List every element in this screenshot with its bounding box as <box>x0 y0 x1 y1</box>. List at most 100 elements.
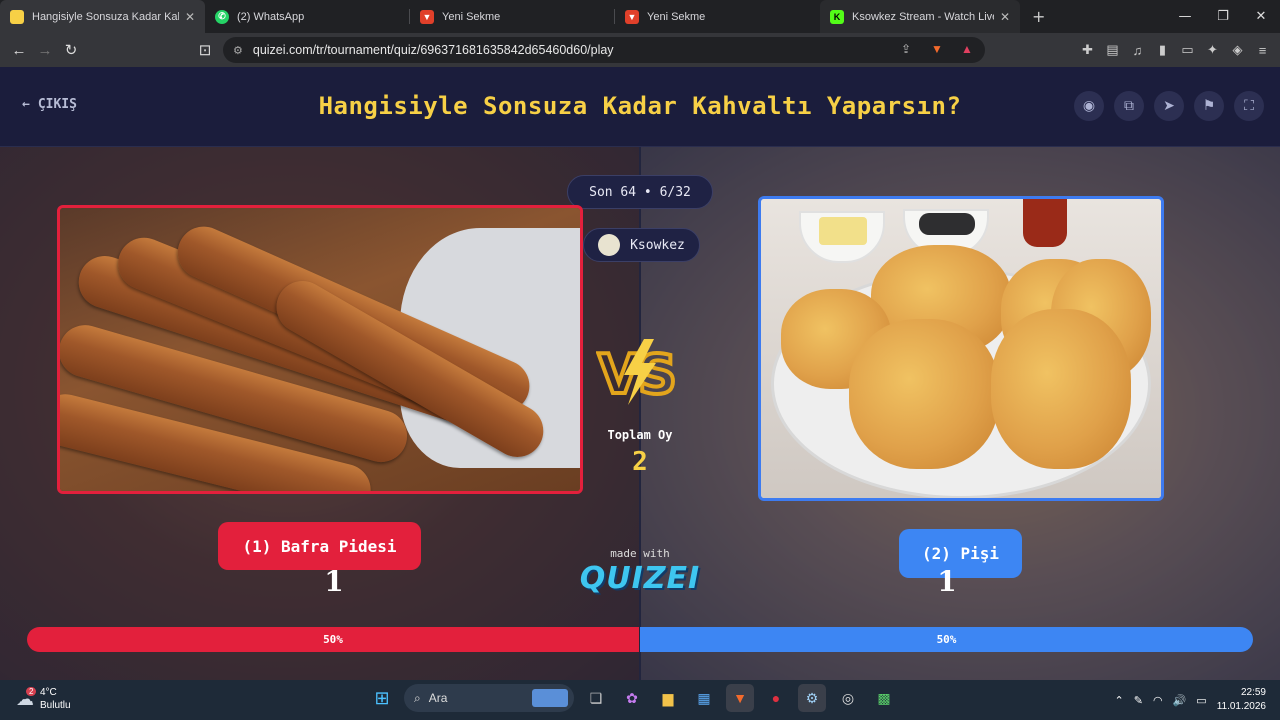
vs-icon: V S <box>596 339 679 407</box>
steam-icon[interactable]: ⚙ <box>798 684 826 712</box>
minimize-icon[interactable]: — <box>1166 0 1204 33</box>
sidebar-icon[interactable]: ▮ <box>1155 42 1170 58</box>
tea-glass <box>1023 199 1067 247</box>
choice-image-right[interactable] <box>758 196 1164 501</box>
total-votes-label: Toplam Oy <box>607 428 673 442</box>
choice-image-left[interactable] <box>57 205 583 494</box>
file-explorer-icon[interactable]: ▆ <box>654 684 682 712</box>
tab-new-1[interactable]: ▼ Yeni Sekme <box>410 0 615 33</box>
bookmark-icon[interactable]: ⊡ <box>192 41 218 59</box>
choice-button-left[interactable]: (1) Bafra Pidesi <box>218 522 421 570</box>
search-icon: ⌕ <box>414 690 421 705</box>
clock-date: 11.01.2026 <box>1216 701 1266 712</box>
clock-time: 22:59 <box>1240 687 1266 698</box>
tab-kick[interactable]: K Ksowkez Stream - Watch Live on ✕ <box>820 0 1020 33</box>
extensions-icon[interactable]: ✚ <box>1080 42 1095 58</box>
clock[interactable]: 22:59 11.01.2026 <box>1217 686 1266 714</box>
tab-label: Hangisiyle Sonsuza Kadar Kahvalt <box>32 10 179 23</box>
choice-label: (2) Pişi <box>921 544 1000 563</box>
vote-count-right: 1 <box>937 565 957 598</box>
tab-new-2[interactable]: ▼ Yeni Sekme <box>615 0 820 33</box>
restore-icon[interactable]: ❐ <box>1204 0 1242 33</box>
volume-icon[interactable]: 🔊 <box>1173 694 1187 707</box>
center-divider <box>639 147 641 680</box>
taskbar-search[interactable]: ⌕ Ara <box>404 684 574 712</box>
vpn-icon[interactable]: ◈ <box>1230 42 1245 58</box>
task-view-icon[interactable]: ❏ <box>582 684 610 712</box>
brave-icon: ▼ <box>420 9 434 24</box>
avatar <box>598 234 621 256</box>
search-placeholder: Ara <box>428 691 448 705</box>
streamer-badge: Ksowkez <box>583 228 700 262</box>
total-votes-value: 2 <box>632 447 648 477</box>
back-icon[interactable]: ← <box>6 42 32 59</box>
made-with-label: made with <box>610 547 670 560</box>
quizei-favicon-icon <box>10 9 24 24</box>
window-controls: — ❐ ✕ <box>1166 0 1280 33</box>
wifi-icon[interactable]: ◠ <box>1153 694 1163 707</box>
copilot-icon[interactable]: ✿ <box>618 684 646 712</box>
share-icon[interactable]: ⇪ <box>901 42 911 56</box>
weather-widget[interactable]: ☁ 2 4°C Bulutlu <box>16 686 71 712</box>
weather-badge: 2 <box>26 686 37 696</box>
windows-taskbar: ☁ 2 4°C Bulutlu ⊞ ⌕ Ara ❏ ✿ ▆ ▦ ▼ ● ⚙ ◎ … <box>0 680 1280 720</box>
close-window-icon[interactable]: ✕ <box>1242 0 1280 33</box>
game-icon[interactable]: ▩ <box>870 684 898 712</box>
percent-bar-right: 50% <box>640 627 1253 652</box>
url-text: quizei.com/tr/tournament/quiz/6963716816… <box>252 43 614 57</box>
brave-shield-icon[interactable]: ▼ <box>931 42 943 56</box>
obs-icon[interactable]: ◎ <box>834 684 862 712</box>
brave-taskbar-icon[interactable]: ▼ <box>726 684 754 712</box>
browser-toolbar: ✚ ▤ ♫ ▮ ▭ ✦ ◈ ≡ <box>1080 33 1270 67</box>
store-icon[interactable]: ▦ <box>690 684 718 712</box>
forward-icon[interactable]: → <box>32 42 58 59</box>
close-icon[interactable]: ✕ <box>1000 10 1010 24</box>
cloud-icon: ☁ 2 <box>16 686 37 710</box>
media-icon[interactable]: ♫ <box>1130 43 1145 58</box>
new-tab-button[interactable]: + <box>1032 7 1045 26</box>
header-actions: ◉ ⧉ ➤ ⚑ ⛶ <box>1074 91 1264 121</box>
site-info-icon[interactable]: ⚙ <box>233 44 243 57</box>
choice-label: (1) Bafra Pidesi <box>242 536 397 556</box>
system-tray: ⌃ ✎ ◠ 🔊 ▭ 22:59 11.01.2026 <box>1115 686 1266 714</box>
brave-icon: ▼ <box>625 9 639 24</box>
tab-label: Ksowkez Stream - Watch Live on <box>852 10 994 23</box>
pen-icon[interactable]: ✎ <box>1134 694 1143 707</box>
tab-whatsapp[interactable]: ✆ (2) WhatsApp <box>205 0 410 33</box>
menu-icon[interactable]: ≡ <box>1255 43 1270 58</box>
windows-start-icon[interactable]: ⊞ <box>368 684 396 712</box>
battery-icon[interactable]: ▭ <box>1196 694 1206 707</box>
weather-desc: Bulutlu <box>40 700 71 711</box>
taskbar-apps: ⊞ ⌕ Ara ❏ ✿ ▆ ▦ ▼ ● ⚙ ◎ ▩ <box>368 684 898 712</box>
wallet-icon[interactable]: ▭ <box>1180 42 1195 58</box>
send-icon[interactable]: ➤ <box>1154 91 1184 121</box>
eye-icon[interactable]: ◉ <box>1074 91 1104 121</box>
streamer-name: Ksowkez <box>630 237 685 253</box>
address-bar-row: ← → ↻ ⊡ ⚙ quizei.com/tr/tournament/quiz/… <box>0 33 1280 67</box>
close-icon[interactable]: ✕ <box>185 10 195 24</box>
quiz-page: ← ÇIKIŞ Hangisiyle Sonsuza Kadar Kahvalt… <box>0 67 1280 680</box>
search-highlight-icon <box>532 689 568 707</box>
flag-icon[interactable]: ⚑ <box>1194 91 1224 121</box>
rewards-icon[interactable]: ▲ <box>961 42 973 56</box>
vote-count-left: 1 <box>324 565 344 598</box>
pisi-bread <box>849 319 999 469</box>
whatsapp-icon: ✆ <box>215 9 229 24</box>
pisi-bread <box>991 309 1131 469</box>
reader-icon[interactable]: ▤ <box>1105 42 1120 58</box>
chevron-up-icon[interactable]: ⌃ <box>1115 694 1124 707</box>
app-red-icon[interactable]: ● <box>762 684 790 712</box>
fullscreen-icon[interactable]: ⛶ <box>1234 91 1264 121</box>
weather-temp: 4°C <box>40 687 57 698</box>
share-icon[interactable]: ⧉ <box>1114 91 1144 121</box>
url-field[interactable]: ⚙ quizei.com/tr/tournament/quiz/69637168… <box>223 37 985 63</box>
percent-label-right: 50% <box>936 633 957 646</box>
browser-tab-bar: Hangisiyle Sonsuza Kadar Kahvalt ✕ ✆ (2)… <box>0 0 1280 33</box>
tab-quizei[interactable]: Hangisiyle Sonsuza Kadar Kahvalt ✕ <box>0 0 205 33</box>
leo-icon[interactable]: ✦ <box>1205 42 1220 58</box>
tab-label: (2) WhatsApp <box>237 10 305 23</box>
reload-icon[interactable]: ↻ <box>58 41 84 59</box>
round-badge: Son 64 • 6/32 <box>567 175 713 209</box>
percent-label-left: 50% <box>323 633 343 646</box>
quizei-logo[interactable]: QUIZEI <box>570 561 710 596</box>
